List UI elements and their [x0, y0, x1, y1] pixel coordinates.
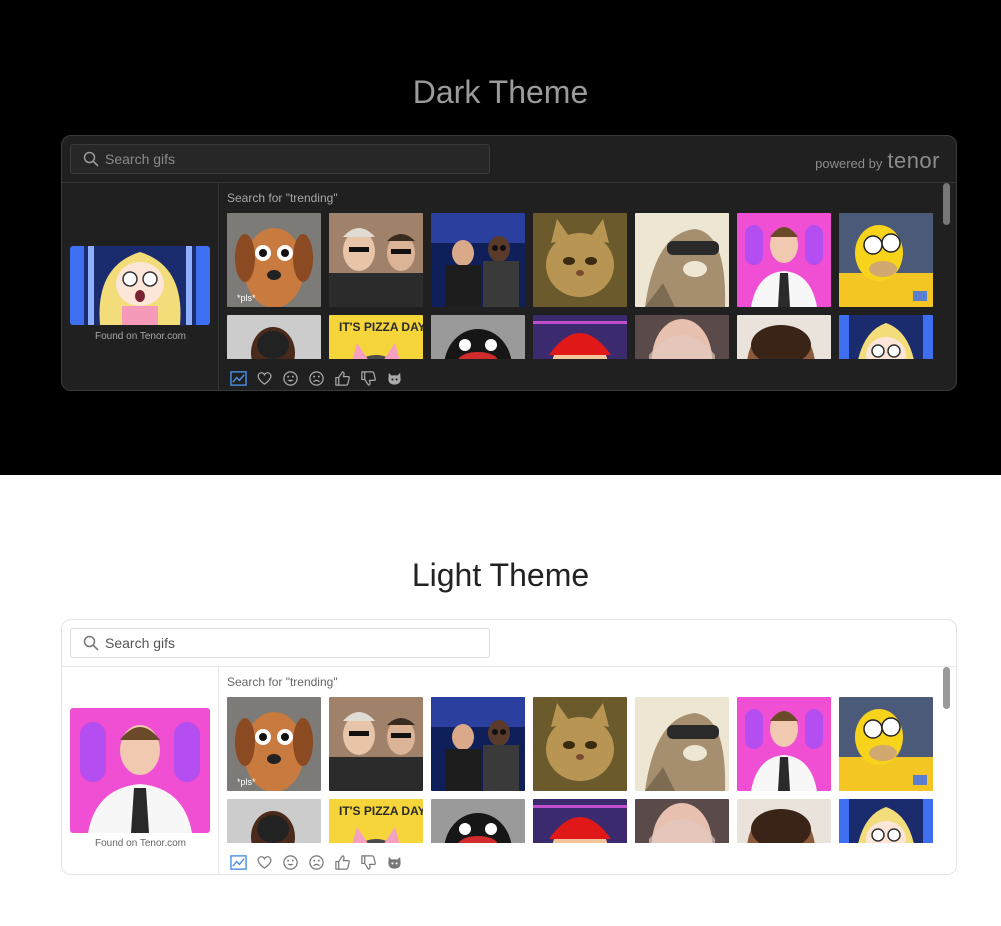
- search-label: Search for "trending": [227, 191, 338, 205]
- woman-tie-gif[interactable]: [737, 213, 831, 307]
- cat-icon[interactable]: [385, 853, 403, 871]
- section-title: Dark Theme: [412, 74, 589, 110]
- category-bar: [229, 369, 403, 387]
- smile-icon[interactable]: [281, 369, 299, 387]
- laughing-woman-gif[interactable]: [227, 315, 321, 359]
- pingu-gif[interactable]: [431, 315, 525, 359]
- trending-icon[interactable]: [229, 369, 247, 387]
- thumbs-up-icon[interactable]: [333, 369, 351, 387]
- mario-gif[interactable]: [533, 315, 627, 359]
- smile-icon[interactable]: [281, 853, 299, 871]
- cat-gif[interactable]: [533, 697, 627, 791]
- heart-icon[interactable]: [255, 369, 273, 387]
- blonde-woman-gif[interactable]: [635, 799, 729, 843]
- trending-icon[interactable]: [229, 853, 247, 871]
- anime-girl-gif[interactable]: [839, 799, 933, 843]
- cat-gif[interactable]: [533, 213, 627, 307]
- woman-tie-gif[interactable]: [737, 697, 831, 791]
- search-box[interactable]: [70, 144, 490, 174]
- picker-header: [62, 620, 956, 667]
- section-title: Light Theme: [411, 557, 590, 593]
- homer-simpson-gif[interactable]: [839, 697, 933, 791]
- search-box[interactable]: [70, 628, 490, 658]
- powered-by-label: powered by: [815, 156, 883, 171]
- homer-simpson-gif[interactable]: [839, 213, 933, 307]
- search-label: Search for "trending": [227, 675, 338, 689]
- svg-text:*pls*: *pls*: [237, 777, 256, 787]
- dark-theme-section: Dark Theme powered by tenor: [0, 0, 1001, 475]
- results-scrollbar[interactable]: [943, 667, 950, 709]
- picker-header: powered by tenor: [62, 136, 956, 183]
- anime-girl-gif[interactable]: [839, 315, 933, 359]
- svg-text:*pls*: *pls*: [237, 293, 256, 303]
- dog-pls-gif[interactable]: *pls*: [227, 213, 321, 307]
- gif-picker: Found on Tenor.com Search for "trending"…: [61, 619, 957, 875]
- search-icon: [83, 635, 99, 651]
- heart-icon[interactable]: [255, 853, 273, 871]
- search-input[interactable]: [105, 635, 475, 651]
- preview-caption: Found on Tenor.com: [95, 838, 186, 849]
- preview-sidebar: Found on Tenor.com: [62, 667, 219, 874]
- pizza-day-gif[interactable]: IT'S PIZZA DAY!: [329, 315, 423, 359]
- svg-text:IT'S PIZZA DAY!: IT'S PIZZA DAY!: [339, 804, 423, 818]
- talk-show-gif[interactable]: [431, 697, 525, 791]
- pizza-day-gif[interactable]: IT'S PIZZA DAY!: [329, 799, 423, 843]
- mario-gif[interactable]: [533, 799, 627, 843]
- anime-girl-preview-image: [70, 246, 210, 325]
- pingu-gif[interactable]: [431, 799, 525, 843]
- sunglasses-guys-gif[interactable]: [329, 697, 423, 791]
- gif-grid: *pls* IT'S PIZZA DAY!: [227, 213, 941, 359]
- woman-tie-preview-image: [70, 708, 210, 833]
- results-scrollbar[interactable]: [943, 183, 950, 225]
- sad-icon[interactable]: [307, 369, 325, 387]
- search-input[interactable]: [105, 151, 475, 167]
- selected-gif-preview[interactable]: [70, 246, 210, 325]
- powered-by-tenor: powered by tenor: [815, 148, 940, 174]
- regular-show-gif[interactable]: [635, 697, 729, 791]
- thumbs-up-icon[interactable]: [333, 853, 351, 871]
- thumbs-down-icon[interactable]: [359, 853, 377, 871]
- sunglasses-guys-gif[interactable]: [329, 213, 423, 307]
- gif-results: Search for "trending" *pls* IT'S PIZZA D…: [219, 183, 956, 390]
- tenor-logo: tenor: [887, 148, 940, 173]
- talk-show-gif[interactable]: [431, 213, 525, 307]
- selected-gif-preview[interactable]: [70, 708, 210, 833]
- preview-caption: Found on Tenor.com: [95, 331, 186, 342]
- blonde-woman-gif[interactable]: [635, 315, 729, 359]
- boy-gif[interactable]: [737, 799, 831, 843]
- search-icon: [83, 151, 99, 167]
- sad-icon[interactable]: [307, 853, 325, 871]
- preview-sidebar: Found on Tenor.com: [62, 183, 219, 390]
- gif-grid: *pls* IT'S PIZZA DAY!: [227, 697, 941, 843]
- gif-picker: powered by tenor Found on Tenor.com: [61, 135, 957, 391]
- cat-icon[interactable]: [385, 369, 403, 387]
- regular-show-gif[interactable]: [635, 213, 729, 307]
- boy-gif[interactable]: [737, 315, 831, 359]
- laughing-woman-gif[interactable]: [227, 799, 321, 843]
- category-bar: [229, 853, 403, 871]
- gif-results: Search for "trending" *pls* IT'S PIZZA D…: [219, 667, 956, 874]
- light-theme-section: Light Theme Found on Tenor.com: [0, 475, 1001, 926]
- dog-pls-gif[interactable]: *pls*: [227, 697, 321, 791]
- svg-text:IT'S PIZZA DAY!: IT'S PIZZA DAY!: [339, 320, 423, 334]
- thumbs-down-icon[interactable]: [359, 369, 377, 387]
